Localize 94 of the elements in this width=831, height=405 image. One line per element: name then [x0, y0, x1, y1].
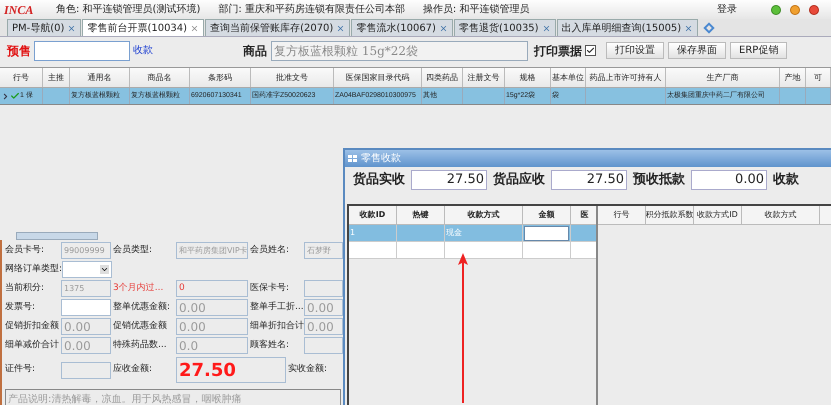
field-label: 网络订单类型: — [5, 262, 62, 276]
row-pointer-icon — [1, 92, 10, 100]
role-text: 角色: 和平连锁管理员(测试环境) — [56, 2, 200, 17]
column-header[interactable]: 可 — [806, 68, 831, 87]
tab[interactable]: 查询当前保管账库存(2070) — [205, 19, 350, 36]
form-field[interactable] — [61, 299, 111, 316]
column-header[interactable]: 收款方式 — [445, 206, 523, 224]
column-header[interactable]: 通用名 — [70, 68, 130, 87]
field-label: 促销折扣金额 — [5, 320, 60, 333]
close-icon[interactable] — [336, 24, 346, 32]
field-label: 证件号: — [5, 363, 36, 376]
tab[interactable]: 零售退货(10035) — [454, 19, 556, 36]
operator-text: 操作员: 和平连锁管理员 — [422, 2, 530, 17]
field-label: 当前积分: — [5, 282, 46, 295]
close-icon[interactable] — [190, 24, 200, 32]
column-header[interactable]: 行号 — [598, 206, 646, 224]
login-link[interactable]: 登录 — [717, 2, 737, 17]
presale-label: 预售 — [7, 42, 32, 60]
toolbar-button[interactable]: 打印设置 — [606, 42, 664, 59]
field-label: 细单减价合计 — [5, 338, 60, 352]
amount-label: 收款 — [773, 171, 799, 190]
field-label: 会员卡号: — [5, 244, 46, 257]
field-label: 医保卡号: — [250, 282, 290, 295]
description-box: 产品说明:清热解毒，凉血。用于风热感冒，咽喉肿痛 — [5, 389, 341, 405]
tab[interactable]: 出入库单明细查询(15005) — [556, 19, 698, 36]
department-text: 部门: 重庆和平药房连锁有限责任公司本部 — [218, 2, 405, 17]
field-label: 细单折扣合计 — [250, 320, 304, 333]
field-label: 会员类型: — [113, 244, 154, 257]
form-field[interactable]: 0 — [176, 280, 248, 297]
close-icon[interactable] — [542, 24, 551, 32]
column-header[interactable]: 收款方式 — [742, 206, 820, 224]
toolbar-button[interactable]: ERP促销 — [730, 42, 788, 59]
amount-field[interactable]: 27.50 — [551, 170, 627, 190]
column-header[interactable]: 基本单位 — [551, 68, 586, 87]
amount-label: 预收抵款 — [633, 171, 685, 190]
tab[interactable]: 零售流水(10067) — [351, 19, 453, 36]
field-label: 3个月内过... — [113, 282, 164, 295]
column-header[interactable]: 条形码 — [190, 68, 251, 87]
dropdown-icon — [100, 265, 110, 274]
field-label: 整单手工折... — [250, 300, 304, 314]
field-label: 整单优惠金额: — [113, 300, 172, 314]
column-header[interactable]: 药品上市许可持有人 — [586, 68, 666, 87]
column-header[interactable]: 主推 — [43, 68, 70, 87]
field-label: 特殊药品数... — [113, 338, 168, 352]
field-label: 促销优惠金额 — [113, 320, 168, 333]
column-header[interactable]: 医保国家目录代码 — [334, 68, 422, 87]
print-label: 打印票据 — [534, 42, 582, 60]
toolbar-button[interactable]: 保存界面 — [668, 42, 726, 59]
column-header[interactable]: 热键 — [397, 206, 445, 224]
table-cell: 现金 — [446, 227, 462, 239]
field-label: 应收金额: — [113, 363, 154, 376]
field-label: 实收金额: — [288, 363, 328, 376]
amount-field[interactable]: 0.00 — [691, 170, 767, 190]
column-header[interactable]: 行号 — [0, 68, 43, 87]
column-header[interactable]: 批准文号 — [251, 68, 334, 87]
close-icon[interactable] — [809, 4, 819, 14]
amount-field[interactable]: 27.50 — [411, 170, 487, 190]
column-header[interactable]: 商品名 — [130, 68, 190, 87]
product-label: 商品 — [243, 42, 267, 60]
dropdown-field[interactable] — [62, 261, 112, 278]
table-cell: 1 — [350, 227, 356, 239]
dialog-title: 零售收款 — [361, 152, 401, 166]
column-header[interactable]: 产地 — [780, 68, 806, 87]
tab[interactable]: 零售前台开票(10034) — [82, 19, 204, 36]
logo: INCA — [4, 2, 34, 18]
maximize-icon[interactable] — [790, 4, 800, 14]
collect-link[interactable]: 收款 — [133, 43, 243, 58]
close-icon[interactable] — [438, 24, 448, 32]
amount-label: 货品应收 — [493, 170, 545, 190]
window-icon — [348, 154, 358, 162]
field-label: 会员姓名: — [250, 244, 290, 257]
column-header[interactable]: 规格 — [505, 68, 551, 87]
form-field[interactable] — [304, 337, 343, 354]
tab[interactable]: PM-导航(0) — [7, 19, 82, 36]
presale-field[interactable] — [34, 40, 130, 60]
column-header[interactable]: 金额 — [523, 206, 571, 224]
check-icon — [586, 46, 595, 55]
form-field[interactable] — [304, 280, 343, 297]
field-label: 顾客姓名: — [250, 338, 290, 352]
field-label: 发票号: — [5, 300, 36, 314]
column-header[interactable]: 注册文号 — [463, 68, 505, 87]
scrollbar[interactable] — [16, 232, 98, 240]
column-header[interactable]: 收款方式ID — [694, 206, 742, 224]
amount-label: 货品实收 — [353, 170, 405, 190]
column-header[interactable]: 生产厂商 — [666, 68, 780, 87]
close-icon[interactable] — [684, 24, 694, 32]
close-icon[interactable] — [67, 24, 76, 32]
print-checkbox[interactable] — [585, 45, 596, 56]
column-header[interactable]: 收款ID — [349, 206, 397, 224]
form-field[interactable] — [61, 362, 111, 378]
amount-input[interactable] — [524, 226, 569, 240]
add-tab-icon[interactable] — [704, 22, 715, 34]
minimize-icon[interactable] — [771, 4, 781, 14]
column-header[interactable]: 四类药品 — [422, 68, 463, 87]
